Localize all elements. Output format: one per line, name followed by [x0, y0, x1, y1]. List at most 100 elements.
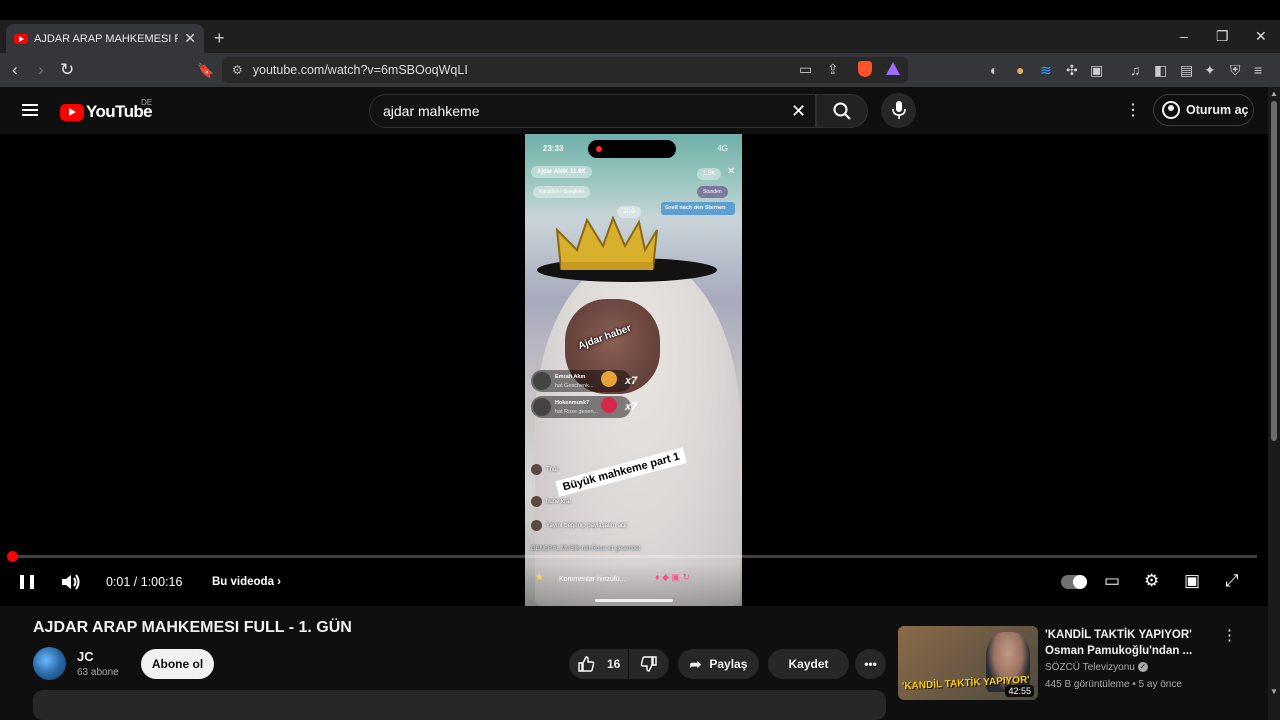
youtube-header: YouTube DE ajdar mahkeme ✕ ⋮ Oturum aç — [0, 87, 1268, 134]
sign-in-button[interactable]: Oturum aç — [1153, 94, 1254, 126]
minimize-button[interactable]: – — [1180, 28, 1188, 44]
save-label: Kaydet — [788, 657, 829, 671]
gift-row: Emrah Akın hat Geschenk... x7 — [531, 370, 637, 392]
reload-icon[interactable]: ↻ — [60, 60, 74, 80]
volume-icon[interactable] — [60, 573, 82, 591]
back-icon[interactable]: ‹ — [12, 60, 18, 80]
extensions-puzzle-icon[interactable]: ✣ — [1066, 62, 1078, 79]
search-button[interactable] — [816, 94, 868, 128]
streamer-name: Ajdar ANIK — [537, 169, 569, 175]
wallet-icon[interactable]: ▤ — [1180, 62, 1193, 79]
vpn-icon[interactable]: ⛨ — [1230, 62, 1241, 79]
comment-placeholder: Kommentar hinzufü... — [559, 576, 626, 583]
video-player[interactable]: 23:33 4G Ajdar ANIK 11.9K 1.5K ✕ Künstli… — [0, 134, 1268, 606]
leo-ai-icon[interactable]: ✦ — [1204, 62, 1216, 79]
browser-tab[interactable]: AJDAR ARAP MAHKEMESI FULL ✕ — [6, 24, 204, 53]
phone-dynamic-island — [588, 140, 676, 158]
bookmark-icon[interactable]: 🔖 — [197, 62, 214, 79]
extension-icon[interactable]: ● — [1016, 62, 1024, 78]
chat-line: GENERAL MUSIK hat Rose x1 gesendet — [531, 546, 640, 552]
chat-line: bune kral — [531, 496, 571, 507]
channel-name[interactable]: JC — [77, 649, 94, 664]
extension-icon[interactable]: ≋ — [1040, 62, 1052, 79]
fullscreen-icon[interactable]: ⤢ — [1225, 571, 1239, 591]
thumbs-up-icon — [578, 656, 595, 672]
gift-bar-icon: ♦ ◆ ▣ ↻ — [655, 572, 691, 582]
more-icon: ••• — [864, 657, 877, 671]
channel-avatar[interactable] — [33, 647, 66, 680]
theater-mode-icon[interactable]: ▣ — [1184, 571, 1200, 591]
recommendation-menu-icon[interactable]: ⋮ — [1222, 626, 1237, 644]
youtube-logo[interactable]: YouTube DE — [60, 98, 153, 122]
youtube-favicon-icon — [14, 33, 28, 44]
scrubber-handle[interactable] — [7, 551, 18, 562]
forward-icon[interactable]: › — [38, 60, 44, 80]
new-tab-button[interactable]: + — [214, 28, 225, 49]
close-window-button[interactable]: ✕ — [1255, 28, 1267, 45]
star-icon: ★ — [535, 572, 544, 583]
stream-tag-right: Stunden — [697, 186, 728, 198]
autoplay-toggle[interactable] — [1061, 575, 1087, 589]
recommended-channel-name: SÖZCÜ Televizyonu — [1045, 662, 1135, 673]
media-controls-icon[interactable]: ♫ — [1130, 62, 1141, 78]
extension-icon[interactable]: ▣ — [1090, 62, 1103, 79]
youtube-play-icon — [60, 103, 84, 121]
video-info: AJDAR ARAP MAHKEMESI FULL - 1. GÜN JC 63… — [0, 606, 1268, 720]
recommended-title[interactable]: 'KANDİL TAKTİK YAPIYOR' Osman Pamukoğlu'… — [1045, 627, 1215, 659]
microphone-icon — [892, 101, 906, 119]
streamer-pill: Ajdar ANIK 11.9K — [531, 166, 592, 178]
goal-card: Greif nach den Sternen — [661, 202, 735, 215]
tab-title: AJDAR ARAP MAHKEMESI FULL — [34, 32, 179, 45]
subtitles-icon[interactable]: ▭ — [1104, 571, 1120, 591]
rose-icon — [601, 397, 617, 413]
chat-line: Yayını beğenip paylaşalım acil — [531, 520, 627, 531]
account-icon — [1162, 101, 1180, 119]
share-button[interactable]: ➦ Paylaş — [678, 649, 759, 679]
sidebar-icon[interactable]: ◧ — [1154, 62, 1167, 79]
avatar — [531, 520, 542, 531]
scrollbar-thumb[interactable] — [1271, 101, 1277, 441]
avatar — [533, 372, 551, 390]
progress-bar[interactable] — [7, 551, 1257, 562]
viewer-count: 1.5K — [697, 168, 722, 180]
streamer-sub: 11.9K — [570, 169, 586, 175]
tab-close-icon[interactable]: ✕ — [184, 30, 196, 47]
search-input[interactable]: ajdar mahkeme — [369, 94, 816, 128]
voice-search-button[interactable] — [881, 93, 916, 128]
dislike-button[interactable] — [629, 649, 669, 679]
brave-rewards-icon[interactable] — [886, 62, 900, 75]
restore-button[interactable]: ❐ — [1216, 28, 1229, 45]
guide-menu-icon[interactable] — [22, 104, 38, 116]
avatar — [531, 496, 542, 507]
chapter-label: Bu videoda — [212, 576, 274, 588]
brave-shields-icon[interactable] — [858, 61, 872, 77]
browser-menu-icon[interactable]: ≡ — [1254, 62, 1262, 78]
description-box[interactable] — [33, 690, 886, 720]
subscriber-count: 63 abone — [77, 667, 119, 678]
more-actions-button[interactable]: ••• — [855, 649, 886, 679]
site-info-icon[interactable]: ⚙ — [232, 63, 243, 77]
subscribe-button[interactable]: Abone ol — [141, 649, 214, 679]
gear-icon[interactable]: ⚙ — [1144, 571, 1159, 591]
recommended-thumbnail[interactable]: 'KANDİL TAKTİK YAPIYOR' 42:55 — [898, 626, 1038, 700]
browser-toolbar: ‹ › ↻ 🔖 ⚙ youtube.com/watch?v=6mSBOoqWqL… — [0, 53, 1280, 87]
clear-search-icon[interactable]: ✕ — [791, 101, 806, 122]
page-scrollbar[interactable]: ▲ ▼ — [1268, 87, 1280, 720]
save-button[interactable]: Kaydet — [768, 649, 849, 679]
like-button[interactable]: 16 — [569, 649, 628, 679]
chat-text: GENERAL MUSIK hat Rose x1 gesendet — [531, 546, 641, 552]
share-page-icon[interactable]: ⇪ — [827, 61, 839, 78]
scroll-up-icon[interactable]: ▲ — [1270, 89, 1278, 98]
cast-icon[interactable]: ▭ — [799, 61, 812, 78]
recommended-channel[interactable]: SÖZCÜ Televizyonu ✓ — [1045, 662, 1148, 673]
settings-menu-icon[interactable]: ⋮ — [1125, 100, 1141, 120]
os-top-bar — [0, 0, 1280, 20]
search-icon — [833, 102, 851, 120]
crown-icon — [555, 216, 658, 270]
scroll-down-icon[interactable]: ▼ — [1270, 687, 1278, 696]
gift-row: Hokenmusk7 hat Rose gesen... x7 — [531, 396, 637, 418]
extension-icon[interactable]: ◐ — [990, 62, 998, 78]
chapter-button[interactable]: Bu videoda › — [212, 576, 281, 588]
avatar — [533, 398, 551, 416]
pause-button[interactable] — [20, 575, 34, 589]
